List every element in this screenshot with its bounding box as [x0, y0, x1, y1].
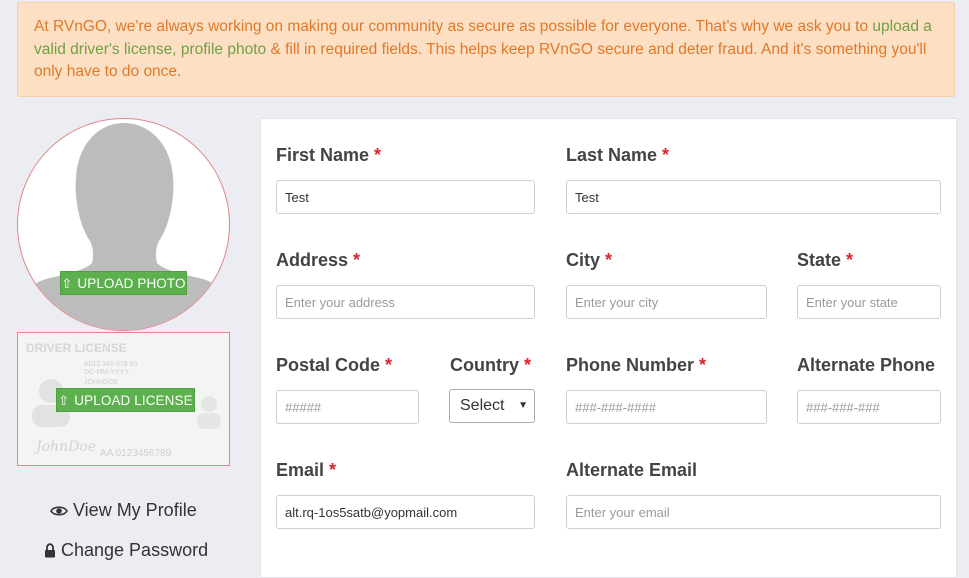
upload-photo-button[interactable]: ⇧ UPLOAD PHOTO	[60, 271, 187, 295]
address-label: Address *	[276, 250, 361, 270]
country-select[interactable]: Select ▼	[449, 389, 535, 423]
view-profile-label: View My Profile	[73, 500, 197, 520]
last-name-input[interactable]	[566, 180, 941, 214]
view-profile-link[interactable]: View My Profile	[50, 500, 197, 521]
required-star: *	[662, 145, 670, 165]
email-input[interactable]	[276, 495, 535, 529]
alt-email-input[interactable]	[566, 495, 941, 529]
country-label: Country *	[450, 355, 532, 375]
license-signature: JohnDoe	[36, 439, 97, 455]
license-line: DD-MM-YYYY	[84, 369, 130, 376]
notice-text: At RVnGO, we're always working on making…	[34, 18, 869, 35]
upload-license-label: UPLOAD LICENSE	[74, 393, 193, 408]
last-name-label: Last Name *	[566, 145, 670, 165]
license-line: JOHNDOE	[84, 379, 119, 386]
required-star: *	[699, 355, 707, 375]
license-number: AA 0123456789	[100, 448, 172, 459]
city-input[interactable]	[566, 285, 767, 319]
alt-email-label: Alternate Email	[566, 460, 698, 480]
required-star: *	[385, 355, 393, 375]
city-label: City *	[566, 250, 613, 270]
caret-down-icon: ▼	[518, 400, 528, 411]
country-selected-value: Select	[460, 397, 505, 414]
state-label: State *	[797, 250, 854, 270]
eye-icon	[50, 506, 68, 516]
address-input[interactable]	[276, 285, 535, 319]
state-input[interactable]	[797, 285, 941, 319]
required-star: *	[524, 355, 532, 375]
upload-icon: ⇧	[61, 276, 73, 291]
profile-photo	[17, 118, 230, 331]
upload-icon: ⇧	[58, 393, 70, 408]
license-title: DRIVER LICENSE	[26, 341, 127, 355]
change-password-label: Change Password	[61, 540, 209, 560]
alt-phone-label: Alternate Phone	[797, 355, 936, 375]
required-star: *	[846, 250, 854, 270]
required-star: *	[353, 250, 361, 270]
avatar-silhouette-icon	[24, 123, 225, 330]
license-ghost-photo-icon	[197, 396, 221, 429]
postal-code-label: Postal Code *	[276, 355, 393, 375]
required-star: *	[329, 460, 337, 480]
lock-icon	[45, 543, 55, 558]
verification-notice: At RVnGO, we're always working on making…	[17, 2, 955, 97]
license-line: A012 345 678 90	[84, 361, 138, 368]
phone-input[interactable]	[566, 390, 767, 424]
upload-license-button[interactable]: ⇧ UPLOAD LICENSE	[56, 388, 195, 412]
change-password-link[interactable]: Change Password	[44, 540, 208, 561]
alt-phone-input[interactable]	[797, 390, 941, 424]
email-label: Email *	[276, 460, 337, 480]
postal-code-input[interactable]	[276, 390, 419, 424]
first-name-label: First Name *	[276, 145, 382, 165]
phone-label: Phone Number *	[566, 355, 707, 375]
required-star: *	[605, 250, 613, 270]
first-name-input[interactable]	[276, 180, 535, 214]
required-star: *	[374, 145, 382, 165]
upload-photo-label: UPLOAD PHOTO	[77, 276, 186, 291]
